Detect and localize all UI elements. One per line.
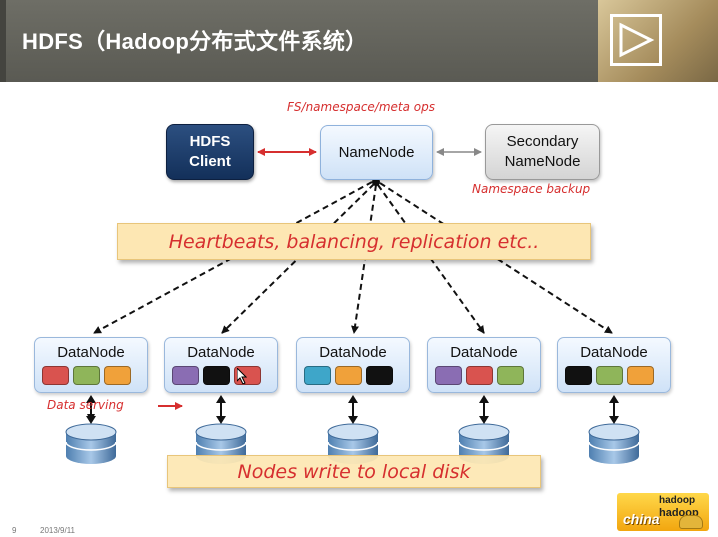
- datanode-label: DataNode: [450, 344, 518, 361]
- datanode-3: DataNode: [296, 337, 410, 393]
- data-block: [203, 366, 230, 385]
- page-number: 9: [12, 526, 17, 535]
- disk-icon: [65, 423, 117, 464]
- datanode-label: DataNode: [319, 344, 387, 361]
- data-block: [497, 366, 524, 385]
- data-block: [596, 366, 623, 385]
- datanode-label: DataNode: [57, 344, 125, 361]
- data-block: [104, 366, 131, 385]
- datanode-2: DataNode: [164, 337, 278, 393]
- logo-hadoop-top-text: hadoop: [659, 495, 696, 506]
- china-hadoop-logo: hadoop china hadoop: [617, 493, 709, 531]
- data-block: [466, 366, 493, 385]
- local-disk-banner: Nodes write to local disk: [167, 455, 541, 488]
- logo-china-text: china: [623, 511, 660, 527]
- slide-date: 2013/9/11: [40, 526, 75, 535]
- datanode-1: DataNode: [34, 337, 148, 393]
- elephant-icon: [679, 515, 703, 529]
- data-block: [73, 366, 100, 385]
- data-block: [627, 366, 654, 385]
- datanode-5: DataNode: [557, 337, 671, 393]
- local-disk-banner-text: Nodes write to local disk: [237, 460, 471, 483]
- datanode-label: DataNode: [580, 344, 648, 361]
- data-block: [172, 366, 199, 385]
- data-block: [42, 366, 69, 385]
- data-block: [435, 366, 462, 385]
- data-block: [366, 366, 393, 385]
- data-block: [565, 366, 592, 385]
- mouse-cursor-icon: [237, 368, 247, 384]
- datanode-4: DataNode: [427, 337, 541, 393]
- disk-icon: [588, 423, 640, 464]
- data-block: [335, 366, 362, 385]
- datanode-label: DataNode: [187, 344, 255, 361]
- data-block: [304, 366, 331, 385]
